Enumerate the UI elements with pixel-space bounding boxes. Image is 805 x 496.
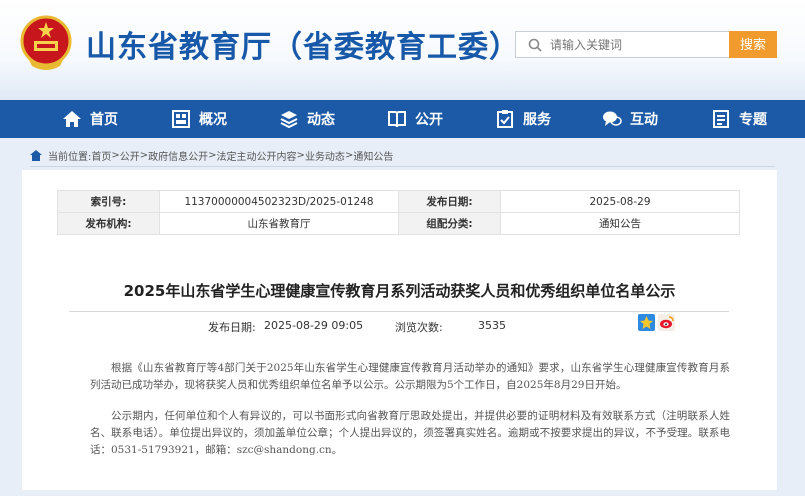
nav-item-news[interactable]: 动态 [279,100,335,138]
search-button[interactable]: 搜索 [729,31,777,58]
nav-label: 互动 [630,112,658,128]
breadcrumb-separator: > [139,149,149,161]
publish-label: 发布日期: [208,321,256,334]
breadcrumb-item-home[interactable]: 首页 [91,148,111,163]
index-value: 11370000004502323D/2025-01248 [159,190,399,213]
book-icon [388,111,406,128]
nav-label: 公开 [415,112,443,128]
site-title[interactable]: 山东省教育厅（省委教育工委） [86,22,520,66]
org-value: 山东省教育厅 [159,212,399,235]
breadcrumb-item-statutory[interactable]: 法定主动公开内容 [217,148,297,163]
breadcrumb-item-notices[interactable]: 通知公告 [353,148,393,163]
search-icon [528,38,542,52]
search-input[interactable] [550,37,720,52]
nav-label: 服务 [523,112,551,128]
category-value: 通知公告 [500,212,740,235]
article-title: 2025年山东省学生心理健康宣传教育月系列活动获奖人员和优秀组织单位名单公示 [123,282,676,300]
search-box[interactable] [515,31,730,58]
qzone-share-icon[interactable] [638,314,655,331]
news-icon [280,111,298,129]
metadata-table: 索引号: 11370000004502323D/2025-01248 发布日期:… [57,190,740,235]
breadcrumb-separator: > [208,149,217,161]
index-label: 索引号: [57,190,160,213]
main-nav: 首页 概况 动态 公开 服务 互动 专题 [0,100,805,138]
nav-item-service[interactable]: 服务 [495,100,551,138]
info-divider [69,311,729,312]
date-value: 2025-08-29 [500,190,740,213]
date-label: 发布日期: [398,190,501,213]
table-row: 索引号: 11370000004502323D/2025-01248 发布日期:… [57,190,740,213]
breadcrumb-separator: > [111,149,120,161]
nav-item-home[interactable]: 首页 [62,100,118,138]
nav-item-overview[interactable]: 概况 [171,100,227,138]
nav-item-interact[interactable]: 互动 [602,100,658,138]
service-icon [497,110,513,128]
nav-label: 动态 [307,112,335,128]
site-header: 山东省教育厅（省委教育工委） 搜索 [0,0,805,100]
breadcrumb-prefix: 当前位置: [48,151,92,163]
category-label: 组配分类: [398,212,501,235]
chat-icon [603,111,622,126]
nav-item-topic[interactable]: 专题 [711,100,767,138]
home-icon [63,111,81,127]
views-value: 3535 [478,319,506,332]
nav-item-public[interactable]: 公开 [387,100,443,138]
org-label: 发布机构: [57,212,160,235]
breadcrumb-divider [30,166,775,167]
nav-label: 概况 [199,112,227,128]
views-label: 浏览次数: [395,321,443,334]
breadcrumb: 当前位置: 首页 > 公开 > 政府信息公开 > 法定主动公开内容 > 业务动态… [30,146,393,164]
home-icon [30,149,42,161]
topic-icon [713,110,729,128]
nav-label: 首页 [90,112,118,128]
overview-icon [172,110,190,128]
article-paragraph: 根据《山东省教育厅等4部门关于2025年山东省学生心理健康宣传教育月活动举办的通… [90,362,730,391]
article-paragraph: 公示期内，任何单位和个人有异议的，可以书面形式向省教育厅思政处提出，并提供必要的… [90,410,730,456]
national-emblem-icon [20,15,72,70]
nav-label: 专题 [739,112,767,128]
weibo-share-icon[interactable] [658,314,675,331]
breadcrumb-item-gov-info[interactable]: 政府信息公开 [148,148,208,163]
breadcrumb-item-public[interactable]: 公开 [120,148,140,163]
publish-value: 2025-08-29 09:05 [264,319,364,332]
breadcrumb-separator: > [296,149,305,161]
breadcrumb-item-business[interactable]: 业务动态 [305,148,345,163]
table-row: 发布机构: 山东省教育厅 组配分类: 通知公告 [57,212,740,235]
breadcrumb-separator: > [344,149,354,161]
article-container: 索引号: 11370000004502323D/2025-01248 发布日期:… [22,170,777,490]
